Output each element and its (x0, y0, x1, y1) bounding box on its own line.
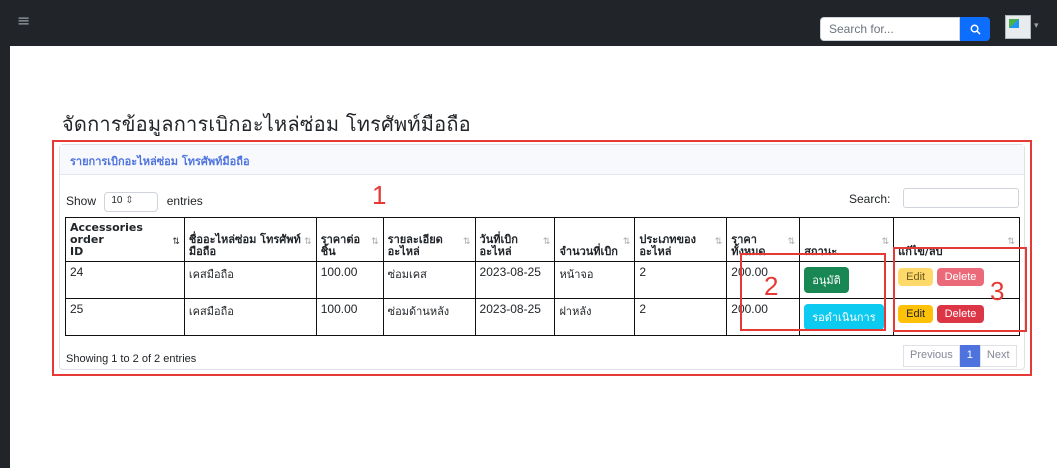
card-header: รายการเบิกอะไหล่ซ่อม โทรศัพท์มือถือ (60, 145, 1024, 175)
sort-icon: ⇅ (714, 237, 723, 247)
sort-icon: ⇅ (304, 237, 312, 247)
header-line: Accessories order (70, 221, 143, 246)
header-line: อะไหล่ (479, 245, 512, 258)
length-value: 10 (111, 195, 123, 206)
sort-icon: ⇅ (542, 237, 551, 247)
cell-date: 2023-08-25 (474, 261, 556, 299)
show-label: Show (66, 194, 97, 209)
sort-icon: ⇅ (371, 237, 379, 247)
chevron-down-icon[interactable]: ▾ (1034, 21, 1039, 31)
header-line: มือถือ (188, 245, 217, 258)
sort-icon: ⇅ (622, 237, 631, 247)
page-title: จัดการข้อมูลการเบิกอะไหล่ซ่อม โทรศัพท์มื… (62, 112, 471, 136)
sort-icon: ⇅ (787, 237, 796, 247)
cell-name: เคสมือถือ (183, 298, 317, 336)
cell-qty: หน้าจอ (554, 261, 636, 299)
entries-label: entries (166, 194, 203, 209)
annotation-label-1: 1 (372, 180, 387, 210)
select-arrows-icon: ⇕ (125, 195, 134, 206)
cell-detail: ซ่อมด้านหลัง (382, 298, 476, 336)
length-control: Show 10 ⇕ entries (66, 192, 203, 212)
table-search-label: Search: (849, 192, 891, 206)
col-quantity[interactable]: จำนวนที่เบิก ⇅ (554, 217, 636, 262)
cell-type: 2 (634, 298, 728, 336)
table-search-input[interactable] (903, 188, 1019, 208)
search-input[interactable]: Search for... (820, 17, 960, 41)
pagination: Previous 1 Next (903, 345, 1017, 367)
col-part-type[interactable]: ประเภทของ อะไหล่ ⇅ (634, 217, 728, 262)
cell-qty: ฝาหลัง (554, 298, 636, 336)
table-info: Showing 1 to 2 of 2 entries (66, 353, 197, 365)
col-unit-price[interactable]: ราคาต่อ ชิ้น ⇅ (315, 217, 384, 262)
search-icon (970, 24, 981, 35)
cell-id: 24 (65, 261, 185, 299)
next-page-button[interactable]: Next (979, 345, 1017, 367)
col-date[interactable]: วันที่เบิก อะไหล่ ⇅ (474, 217, 556, 262)
annotation-box-3 (893, 247, 1027, 332)
previous-page-button[interactable]: Previous (903, 345, 960, 367)
header-line: อะไหล่ (387, 245, 420, 258)
cell-date: 2023-08-25 (474, 298, 556, 336)
cell-type: 2 (634, 261, 728, 299)
cell-price: 100.00 (315, 298, 384, 336)
header-line: อะไหล่ (639, 245, 672, 258)
entries-length-select[interactable]: 10 ⇕ (104, 192, 159, 212)
col-detail[interactable]: รายละเอียด อะไหล่ ⇅ (382, 217, 476, 262)
sort-icon: ⇅ (881, 237, 890, 247)
search-button[interactable] (960, 17, 990, 41)
sort-icon: ⇅ (172, 237, 180, 247)
sort-icon: ⇅ (463, 237, 471, 247)
sidebar-strip (0, 46, 10, 468)
col-order-id[interactable]: Accessories order ID ⇅ (65, 217, 185, 262)
annotation-box-2 (740, 253, 886, 331)
header-line: ชิ้น (320, 245, 336, 258)
cell-name: เคสมือถือ (183, 261, 317, 299)
hamburger-icon[interactable]: ≡ (17, 12, 30, 30)
col-part-name[interactable]: ชื่ออะไหล่ซ่อม โทรศัพท์ มือถือ ⇅ (183, 217, 317, 262)
annotation-label-2: 2 (764, 271, 779, 301)
top-navbar: ≡ Search for... ▾ (0, 0, 1057, 46)
cell-price: 100.00 (315, 261, 384, 299)
header-line: ID (70, 245, 84, 258)
cell-id: 25 (65, 298, 185, 336)
annotation-label-3: 3 (990, 276, 1005, 306)
page-button-1[interactable]: 1 (959, 345, 980, 367)
avatar[interactable] (1005, 15, 1031, 39)
header-line: จำนวนที่เบิก (559, 245, 618, 258)
cell-detail: ซ่อมเคส (382, 261, 476, 299)
